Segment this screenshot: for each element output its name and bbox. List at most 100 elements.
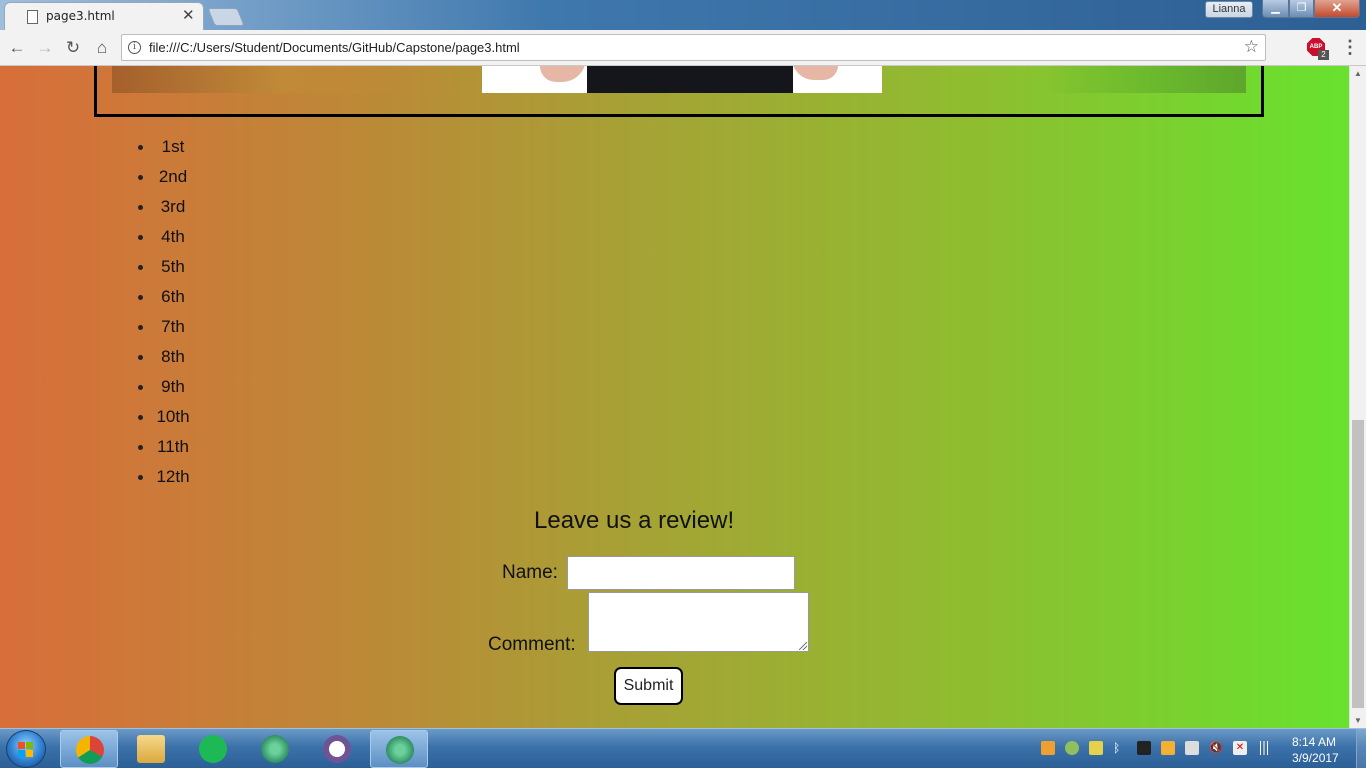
photo-hand-left: [540, 66, 586, 82]
tab-title: page3.html: [46, 9, 115, 23]
back-arrow-icon[interactable]: ←: [6, 37, 28, 59]
grade-label: 1st: [161, 137, 185, 156]
bullet: [138, 295, 143, 300]
grade-label: 5th: [161, 257, 185, 276]
tab-page3[interactable]: page3.html ✕: [4, 2, 204, 30]
taskbar-chrome[interactable]: [60, 730, 118, 768]
list-item: 9th: [138, 373, 198, 403]
list-item: 4th: [138, 223, 198, 253]
taskbar-atom-active[interactable]: [370, 730, 428, 768]
info-icon[interactable]: i: [128, 41, 141, 54]
adblock-count-badge: 2: [1318, 50, 1329, 60]
grade-label: 7th: [161, 317, 185, 336]
url-text[interactable]: file:///C:/Users/Student/Documents/GitHu…: [149, 40, 520, 55]
windows-taskbar: ᛒ 🔇 ✕ 8:14 AM 3/9/2017: [0, 728, 1366, 768]
review-heading: Leave us a review!: [534, 507, 735, 534]
bullet: [138, 475, 143, 480]
address-bar[interactable]: i file:///C:/Users/Student/Documents/Git…: [121, 34, 1266, 61]
bullet: [138, 175, 143, 180]
volume-muted-icon[interactable]: 🔇: [1209, 741, 1223, 755]
bullet: [138, 355, 143, 360]
show-desktop-button[interactable]: [1356, 729, 1366, 768]
clock-time[interactable]: 8:14 AM: [1292, 735, 1336, 749]
header-image-frame: [94, 66, 1264, 117]
resize-grip-icon[interactable]: [799, 642, 807, 650]
atom-icon: [261, 735, 289, 763]
tray-device-icon[interactable]: [1185, 741, 1199, 755]
grade-label: 12th: [156, 467, 190, 486]
close-window-button[interactable]: ✕: [1314, 0, 1360, 18]
bullet: [138, 145, 143, 150]
scroll-up-icon[interactable]: ▲: [1354, 69, 1362, 78]
grade-label: 10th: [156, 407, 190, 426]
bullet: [138, 415, 143, 420]
taskbar-spotify[interactable]: [184, 730, 242, 768]
grade-label: 4th: [161, 227, 185, 246]
start-button[interactable]: [6, 730, 46, 768]
bullet: [138, 205, 143, 210]
new-tab-button[interactable]: [207, 8, 245, 26]
logo-quad-yellow: [26, 750, 33, 757]
logo-quad-green: [26, 742, 33, 749]
list-item: 7th: [138, 313, 198, 343]
scrollbar-thumb[interactable]: [1352, 420, 1364, 708]
list-item: 12th: [138, 463, 198, 493]
list-item: 6th: [138, 283, 198, 313]
grade-label: 3rd: [160, 197, 186, 216]
reload-icon[interactable]: ↻: [62, 37, 84, 59]
tray-network-icon[interactable]: [1065, 741, 1079, 755]
github-icon: [323, 735, 351, 763]
profile-button[interactable]: Lianna: [1205, 1, 1253, 18]
list-item: 11th: [138, 433, 198, 463]
forward-arrow-icon[interactable]: →: [34, 37, 56, 59]
atom-icon: [386, 736, 414, 764]
folder-icon: [137, 735, 165, 763]
clock-date[interactable]: 3/9/2017: [1292, 751, 1339, 765]
taskbar-file-explorer[interactable]: [122, 730, 180, 768]
list-item: 10th: [138, 403, 198, 433]
browser-title-bar: page3.html ✕ Lianna ▁ ❐ ✕: [0, 0, 1366, 30]
action-center-icon[interactable]: ✕: [1233, 741, 1247, 755]
list-item: 2nd: [138, 163, 198, 193]
name-input[interactable]: [567, 556, 795, 590]
bookmark-star-icon[interactable]: ☆: [1244, 37, 1259, 57]
browser-toolbar: ← → ↻ ⌂ i file:///C:/Users/Student/Docum…: [0, 30, 1366, 66]
document-icon: [27, 10, 38, 24]
chrome-menu-icon[interactable]: ⋮: [1341, 37, 1359, 58]
name-label: Name:: [502, 562, 558, 583]
list-item: 5th: [138, 253, 198, 283]
logo-quad-blue: [18, 750, 25, 757]
tray-shield-icon[interactable]: [1161, 741, 1175, 755]
bullet: [138, 385, 143, 390]
grade-label: 2nd: [158, 167, 188, 186]
chrome-icon: [76, 736, 104, 764]
bullet: [138, 265, 143, 270]
photo-pants: [587, 66, 793, 93]
tab-close-icon[interactable]: ✕: [182, 6, 195, 24]
windows-logo-icon: [18, 742, 34, 757]
comment-textarea[interactable]: [588, 592, 809, 652]
photo-hand-right: [792, 66, 838, 80]
scroll-down-icon[interactable]: ▼: [1354, 716, 1362, 725]
bluetooth-icon[interactable]: ᛒ: [1113, 741, 1127, 755]
submit-button[interactable]: Submit: [614, 667, 683, 705]
comment-label: Comment:: [488, 634, 576, 655]
bullet: [138, 235, 143, 240]
bullet: [138, 325, 143, 330]
spotify-icon: [199, 735, 227, 763]
grade-label: 6th: [161, 287, 185, 306]
page-viewport: 1st 2nd 3rd 4th 5th 6th 7th 8th 9th 10th…: [0, 66, 1349, 728]
tray-app-icon[interactable]: [1041, 741, 1055, 755]
signal-bars-icon[interactable]: [1257, 741, 1271, 755]
taskbar-atom[interactable]: [246, 730, 304, 768]
system-tray: ᛒ 🔇 ✕: [1041, 741, 1276, 757]
restore-button[interactable]: ❐: [1289, 0, 1314, 18]
list-item: 8th: [138, 343, 198, 373]
grade-list: 1st 2nd 3rd 4th 5th 6th 7th 8th 9th 10th…: [138, 133, 198, 493]
tray-key-icon[interactable]: [1089, 741, 1103, 755]
home-icon[interactable]: ⌂: [91, 37, 113, 59]
minimize-button[interactable]: ▁: [1262, 0, 1289, 18]
tray-monitor-icon[interactable]: [1137, 741, 1151, 755]
taskbar-github-desktop[interactable]: [308, 730, 366, 768]
vertical-scrollbar[interactable]: ▲ ▼: [1349, 66, 1366, 728]
